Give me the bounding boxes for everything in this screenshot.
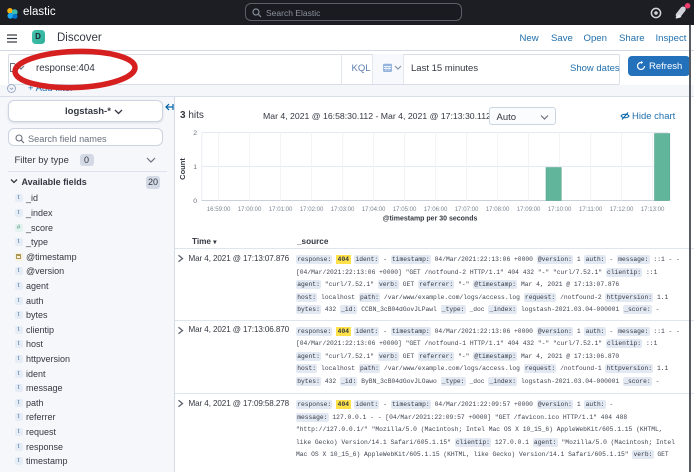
svg-text:@timestamp per 30 seconds: @timestamp per 30 seconds <box>383 216 478 223</box>
svg-text:0: 0 <box>193 198 197 205</box>
svg-text:17:12:00: 17:12:00 <box>610 206 634 213</box>
svg-text:17:07:00: 17:07:00 <box>455 206 479 213</box>
svg-text:16:59:00: 16:59:00 <box>207 206 231 213</box>
svg-text:17:04:00: 17:04:00 <box>362 206 386 213</box>
svg-text:17:02:00: 17:02:00 <box>300 206 324 213</box>
svg-text:1: 1 <box>193 164 197 171</box>
svg-text:17:11:00: 17:11:00 <box>579 206 603 213</box>
svg-text:17:13:00: 17:13:00 <box>641 206 665 213</box>
svg-text:17:10:00: 17:10:00 <box>548 206 572 213</box>
svg-text:2: 2 <box>193 130 197 137</box>
svg-text:Count: Count <box>178 158 187 180</box>
svg-text:17:09:00: 17:09:00 <box>517 206 541 213</box>
svg-text:17:06:00: 17:06:00 <box>424 206 448 213</box>
svg-text:17:01:00: 17:01:00 <box>269 206 293 213</box>
svg-text:17:08:00: 17:08:00 <box>486 206 510 213</box>
svg-text:17:03:00: 17:03:00 <box>331 206 355 213</box>
svg-text:17:05:00: 17:05:00 <box>393 206 417 213</box>
svg-text:17:00:00: 17:00:00 <box>238 206 262 213</box>
